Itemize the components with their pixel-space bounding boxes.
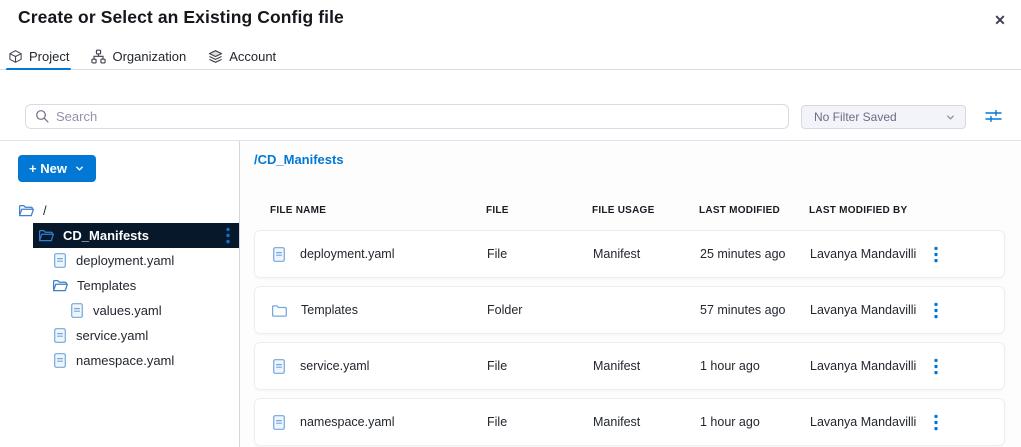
row-file-name: service.yaml xyxy=(300,359,369,373)
kebab-menu-icon[interactable] xyxy=(226,227,230,244)
file-tree-sidebar: + New / CD_Manifests deployment.yaml Templa… xyxy=(0,141,240,447)
file-list-panel: /CD_Manifests FILE NAMEFILEFILE USAGELAS… xyxy=(240,141,1021,447)
filter-dropdown-value: No Filter Saved xyxy=(814,110,897,124)
tree-item-cd-manifests[interactable]: CD_Manifests xyxy=(33,223,239,248)
config-file-dialog: Create or Select an Existing Config file… xyxy=(0,0,1021,447)
folder-open-icon xyxy=(18,203,35,218)
table-header: FILE NAMEFILEFILE USAGELAST MODIFIEDLAST… xyxy=(254,205,1005,216)
row-last-modified-by: Lavanya Mandavilli xyxy=(810,359,930,373)
page-title: Create or Select an Existing Config file xyxy=(18,7,344,28)
tab-organization[interactable]: Organization xyxy=(91,44,186,69)
tree-item-label: Templates xyxy=(77,278,136,293)
column-header: FILE USAGE xyxy=(592,205,699,216)
row-last-modified-by: Lavanya Mandavilli xyxy=(810,247,930,261)
folder-open-icon xyxy=(52,278,69,293)
cube-icon xyxy=(8,49,23,64)
column-header: FILE xyxy=(486,205,592,216)
row-last-modified: 1 hour ago xyxy=(700,415,810,429)
kebab-menu-icon[interactable] xyxy=(930,412,942,433)
hierarchy-icon xyxy=(91,49,106,64)
search-input[interactable] xyxy=(25,104,789,129)
tree-item-label: values.yaml xyxy=(93,303,162,318)
row-file-usage: Manifest xyxy=(593,247,700,261)
file-tree: / CD_Manifests deployment.yaml Templates val… xyxy=(0,198,239,373)
tab-label: Organization xyxy=(112,49,186,64)
tree-item-label: namespace.yaml xyxy=(76,353,174,368)
table-row[interactable]: namespace.yaml FileManifest1 hour agoLava… xyxy=(254,398,1005,446)
kebab-menu-icon[interactable] xyxy=(930,300,942,321)
tree-item-label: service.yaml xyxy=(76,328,148,343)
tab-label: Account xyxy=(229,49,276,64)
row-file-name: Templates xyxy=(301,303,358,317)
file-icon xyxy=(69,302,85,319)
tree-item-label: deployment.yaml xyxy=(76,253,174,268)
tab-account[interactable]: Account xyxy=(208,44,276,69)
table-row[interactable]: Templates Folder 57 minutes agoLavanya Man… xyxy=(254,286,1005,334)
tab-label: Project xyxy=(29,49,69,64)
folder-icon xyxy=(271,303,288,318)
filter-settings-icon[interactable] xyxy=(982,106,1004,126)
row-last-modified: 1 hour ago xyxy=(700,359,810,373)
content-area: + New /CD_Manifestsdeployment.yamlTempla… xyxy=(0,140,1021,447)
file-icon xyxy=(52,252,68,269)
file-icon xyxy=(271,358,287,375)
file-icon xyxy=(52,327,68,344)
search-box xyxy=(25,104,789,129)
column-header: FILE NAME xyxy=(270,205,486,216)
row-file-type: File xyxy=(487,359,593,373)
row-last-modified-by: Lavanya Mandavilli xyxy=(810,415,930,429)
column-header: LAST MODIFIED BY xyxy=(809,205,929,216)
tab-project[interactable]: Project xyxy=(8,44,69,69)
kebab-menu-icon[interactable] xyxy=(930,356,942,377)
new-button-label: + New xyxy=(29,161,67,176)
file-icon xyxy=(52,352,68,369)
tree-item-service-yaml[interactable]: service.yaml xyxy=(0,323,239,348)
column-header: LAST MODIFIED xyxy=(699,205,809,216)
tree-item-namespace-yaml[interactable]: namespace.yaml xyxy=(0,348,239,373)
row-last-modified: 25 minutes ago xyxy=(700,247,810,261)
row-file-usage: Manifest xyxy=(593,415,700,429)
tree-item-label: / xyxy=(43,203,47,218)
row-last-modified-by: Lavanya Mandavilli xyxy=(810,303,930,317)
table-row[interactable]: deployment.yaml FileManifest25 minutes ag… xyxy=(254,230,1005,278)
row-file-name: deployment.yaml xyxy=(300,247,395,261)
search-icon xyxy=(34,108,50,129)
row-file-type: File xyxy=(487,415,593,429)
row-file-name: namespace.yaml xyxy=(300,415,395,429)
file-icon xyxy=(271,414,287,431)
table-body: deployment.yamlFileManifest25 minutes ag… xyxy=(254,230,1005,447)
layers-icon xyxy=(208,49,223,64)
file-icon xyxy=(271,246,287,263)
tree-item-label: CD_Manifests xyxy=(63,228,149,243)
kebab-menu-icon[interactable] xyxy=(930,244,942,265)
close-icon[interactable]: ✕ xyxy=(989,9,1011,31)
new-button[interactable]: + New xyxy=(18,155,96,182)
row-file-usage: Manifest xyxy=(593,359,700,373)
tree-item-deployment-yaml[interactable]: deployment.yaml xyxy=(0,248,239,273)
table-row[interactable]: service.yaml FileManifest1 hour agoLavany… xyxy=(254,342,1005,390)
row-last-modified: 57 minutes ago xyxy=(700,303,810,317)
breadcrumb[interactable]: /CD_Manifests xyxy=(254,152,344,167)
filter-dropdown[interactable]: No Filter Saved xyxy=(801,105,966,129)
scope-tabs: Project Organization Account xyxy=(0,44,1021,70)
chevron-down-icon xyxy=(74,163,85,174)
tree-item-templates[interactable]: Templates xyxy=(0,273,239,298)
chevron-down-icon xyxy=(945,112,956,123)
row-file-type: Folder xyxy=(487,303,593,317)
row-file-type: File xyxy=(487,247,593,261)
tree-item-[interactable]: / xyxy=(0,198,239,223)
tree-item-values-yaml[interactable]: values.yaml xyxy=(0,298,239,323)
folder-open-icon xyxy=(38,228,55,243)
